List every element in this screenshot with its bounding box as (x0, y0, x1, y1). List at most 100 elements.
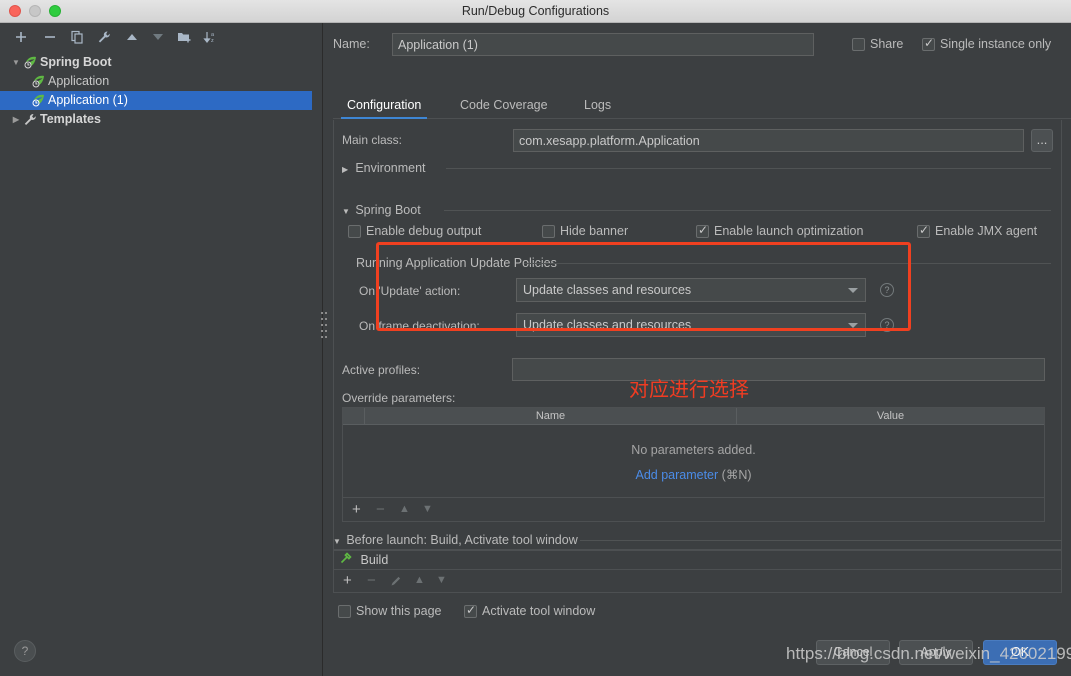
chevron-down-icon[interactable] (848, 288, 858, 293)
environment-section-header[interactable]: ▶ Environment (342, 161, 426, 175)
spring-boot-icon (23, 56, 38, 69)
on-frame-deactivation-label: On frame deactivation: (359, 319, 480, 333)
configuration-editor: Name: Share Single instance only Configu… (324, 23, 1071, 676)
on-frame-deactivation-combo[interactable]: Update classes and resources (516, 313, 866, 337)
tree-item-label: Application (48, 74, 110, 88)
name-input[interactable] (392, 33, 814, 56)
editor-tabs: Configuration Code Coverage Logs (333, 93, 1071, 120)
show-this-page-label: Show this page (356, 604, 442, 618)
on-update-action-label: On 'Update' action: (359, 284, 461, 298)
show-this-page-checkbox[interactable]: Show this page (338, 604, 441, 618)
add-configuration-button[interactable] (10, 26, 32, 48)
move-task-up-button: ▲ (414, 574, 425, 586)
share-checkbox[interactable]: Share (852, 37, 903, 51)
enable-jmx-agent-box[interactable] (917, 223, 930, 238)
hide-banner-checkbox[interactable]: Hide banner (542, 224, 628, 238)
window-titlebar: Run/Debug Configurations (0, 0, 1071, 23)
add-task-button[interactable]: + (343, 572, 352, 589)
hide-banner-box[interactable] (542, 224, 555, 238)
share-label: Share (870, 37, 904, 51)
activate-tool-window-checkbox[interactable]: Activate tool window (464, 603, 596, 618)
active-profiles-input[interactable] (512, 358, 1045, 381)
copy-configuration-button[interactable] (66, 26, 88, 48)
before-launch-item-label: Build (360, 553, 389, 567)
enable-debug-output-label: Enable debug output (366, 224, 482, 238)
help-button[interactable]: ? (14, 640, 36, 662)
on-update-action-combo[interactable]: Update classes and resources (516, 278, 866, 302)
chevron-right-icon[interactable]: ▶ (342, 165, 352, 174)
environment-divider (446, 168, 1051, 169)
activate-tool-window-label: Activate tool window (482, 604, 596, 618)
chevron-right-icon[interactable]: ▶ (9, 110, 23, 129)
annotation-text: 对应进行选择 (629, 377, 749, 401)
spring-boot-divider (444, 210, 1051, 211)
tree-item-label: Templates (40, 112, 101, 126)
tree-item-application[interactable]: Application (9, 72, 321, 91)
main-class-label: Main class: (342, 133, 403, 147)
configurations-tree[interactable]: ▼ Spring Boot Application Application (1… (0, 53, 321, 628)
browse-main-class-button[interactable]: ... (1031, 129, 1053, 152)
enable-launch-optimization-checkbox[interactable]: Enable launch optimization (696, 223, 864, 238)
spring-boot-section-header[interactable]: ▼ Spring Boot (342, 203, 421, 217)
remove-configuration-button[interactable] (39, 26, 61, 48)
name-row: Name: Share Single instance only (333, 33, 1071, 57)
no-parameters-message: No parameters added. (631, 443, 756, 457)
add-parameter-row: Add parameter (⌘N) (343, 467, 1044, 482)
activate-tool-window-box[interactable] (464, 603, 477, 618)
spring-boot-section-title: Spring Boot (355, 203, 421, 217)
tab-configuration[interactable]: Configuration (341, 93, 428, 119)
add-parameter-link[interactable]: Add parameter (635, 468, 718, 482)
wrench-icon[interactable] (93, 26, 115, 48)
move-parameter-up-button: ▲ (399, 503, 410, 515)
table-col-value[interactable]: Value (737, 408, 1044, 424)
tree-item-application-1[interactable]: Application (1) (0, 91, 312, 110)
override-parameters-table: Name Value No parameters added. Add para… (342, 407, 1045, 522)
add-parameter-shortcut: (⌘N) (721, 468, 752, 482)
tree-item-label: Spring Boot (40, 55, 112, 69)
tab-code-coverage[interactable]: Code Coverage (454, 93, 554, 119)
on-update-help-icon[interactable]: ? (880, 283, 894, 297)
folder-add-icon[interactable] (173, 26, 195, 48)
before-launch-section-header[interactable]: ▼ Before launch: Build, Activate tool wi… (333, 533, 578, 547)
override-parameters-label: Override parameters: (342, 391, 456, 405)
enable-jmx-agent-checkbox[interactable]: Enable JMX agent (917, 223, 1038, 238)
move-down-button[interactable] (147, 26, 169, 48)
enable-launch-optimization-label: Enable launch optimization (714, 224, 864, 238)
single-instance-checkbox[interactable]: Single instance only (922, 36, 1051, 51)
table-col-blank (343, 408, 365, 424)
table-col-name[interactable]: Name (365, 408, 737, 424)
main-class-input[interactable] (513, 129, 1024, 152)
hide-banner-label: Hide banner (560, 224, 629, 238)
move-up-button[interactable] (121, 26, 143, 48)
spring-boot-icon (31, 94, 46, 107)
tree-item-label: Application (1) (48, 93, 128, 107)
enable-launch-optimization-box[interactable] (696, 223, 709, 238)
configurations-sidebar: a z ▼ Spring Boot Application Applicatio… (0, 23, 323, 676)
enable-debug-output-box[interactable] (348, 224, 361, 238)
share-checkbox-box[interactable] (852, 37, 865, 51)
build-hammer-icon (340, 551, 352, 570)
table-footer-toolbar: + − ▲ ▼ (343, 497, 1044, 520)
sort-az-icon[interactable]: a z (199, 26, 221, 48)
on-frame-deactivation-value: Update classes and resources (523, 318, 692, 332)
chevron-down-icon[interactable] (848, 323, 858, 328)
chevron-down-icon[interactable]: ▼ (333, 537, 343, 546)
on-frame-deactivation-help-icon[interactable]: ? (880, 318, 894, 332)
chevron-down-icon[interactable]: ▼ (9, 53, 23, 72)
chevron-down-icon[interactable]: ▼ (342, 207, 352, 216)
enable-jmx-agent-label: Enable JMX agent (935, 224, 1038, 238)
tree-item-templates[interactable]: ▶ Templates (9, 110, 321, 129)
show-this-page-box[interactable] (338, 604, 351, 618)
enable-debug-output-checkbox[interactable]: Enable debug output (348, 224, 481, 238)
single-instance-checkbox-box[interactable] (922, 36, 935, 51)
tree-item-spring-boot[interactable]: ▼ Spring Boot (9, 53, 321, 72)
svg-text:z: z (211, 38, 214, 44)
add-parameter-button[interactable]: + (352, 501, 361, 518)
table-body: No parameters added. Add parameter (⌘N) (343, 425, 1044, 497)
active-profiles-label: Active profiles: (342, 363, 421, 377)
move-parameter-down-button: ▼ (422, 503, 433, 515)
run-debug-configurations-dialog: Run/Debug Configurations a z ▼ Spring Bo… (0, 0, 1071, 676)
tab-logs[interactable]: Logs (578, 93, 617, 119)
before-launch-item-build[interactable]: Build (333, 550, 1062, 570)
tab-underline (333, 118, 1071, 119)
